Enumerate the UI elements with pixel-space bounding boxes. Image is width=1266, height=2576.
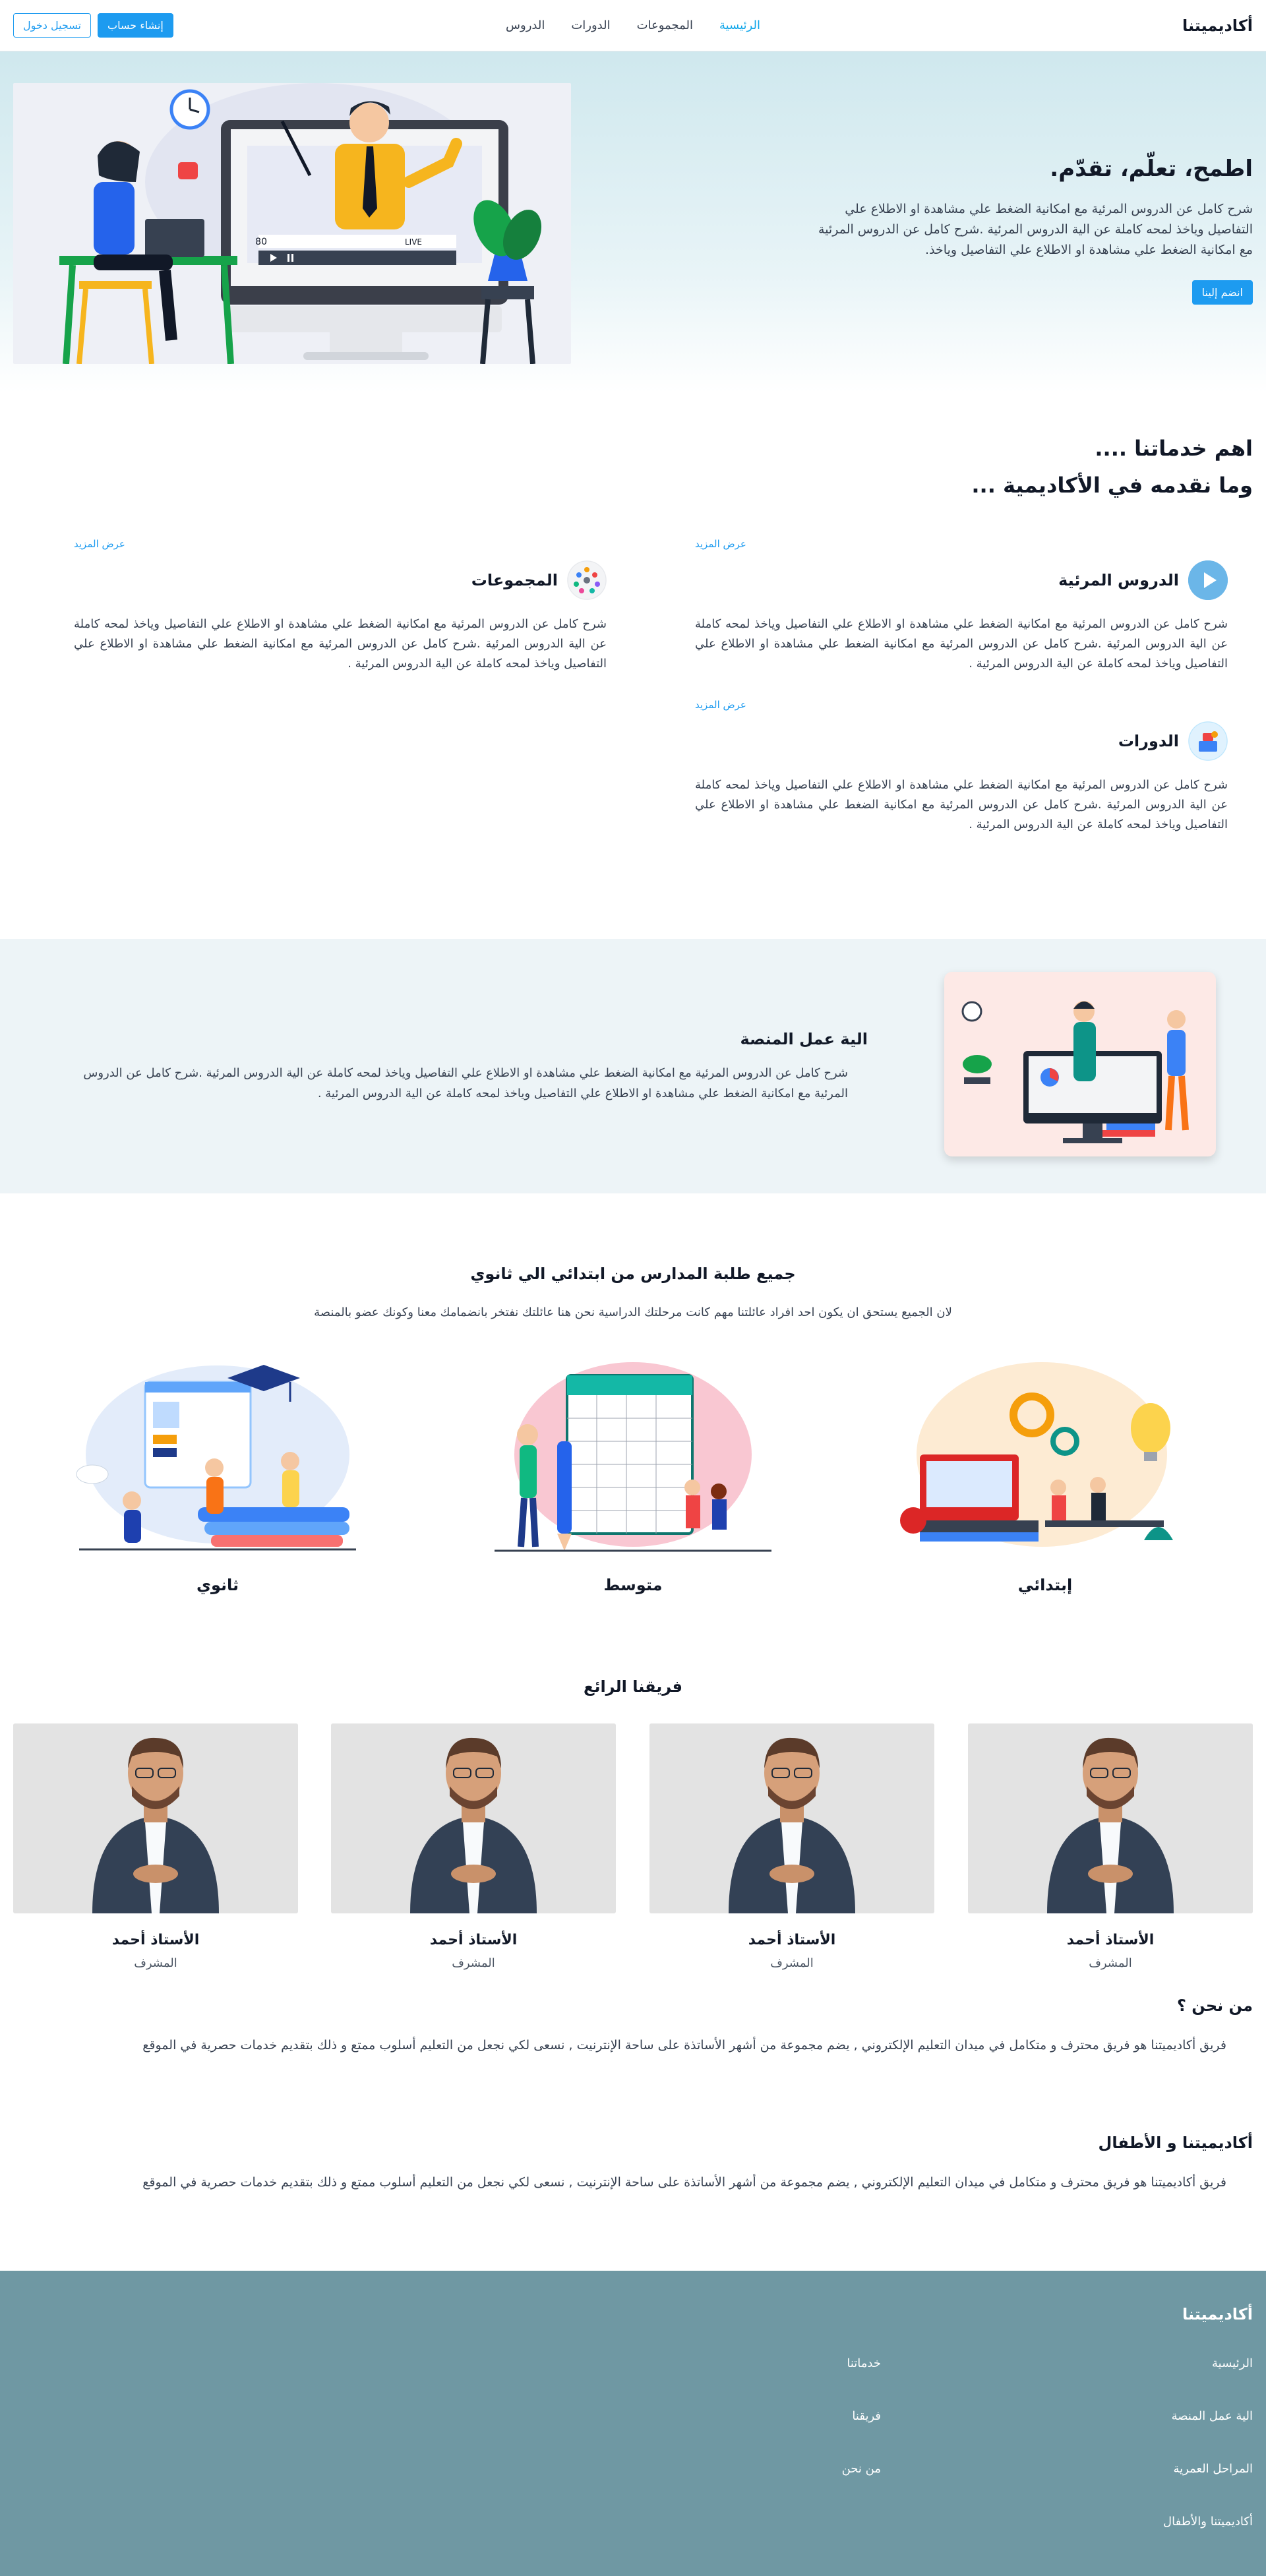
stage-label: متوسط bbox=[603, 1576, 663, 1594]
nav-link-groups[interactable]: المجموعات bbox=[637, 18, 693, 32]
footer-link-age-stages[interactable]: المراحل العمرية bbox=[1174, 2462, 1253, 2476]
service-card-courses: عرض المزيد الدورات شرح كامل عن الدروس ال… bbox=[695, 699, 1228, 835]
member-role: المشرف bbox=[452, 1956, 495, 1970]
platform-section: الية عمل المنصة شرح كامل عن الدروس المرئ… bbox=[0, 939, 1266, 1193]
service-title: الدورات bbox=[1118, 732, 1179, 750]
viewers-count: 80 bbox=[255, 237, 267, 247]
hero-section: اطمح، تعلّم، تقدّم. شرح كامل عن الدروس ا… bbox=[0, 51, 1266, 393]
platform-description: شرح كامل عن الدروس المرئية مع امكانية ال… bbox=[83, 1066, 848, 1100]
service-card-groups: عرض المزيد المجموعات شرح كامل عن الدروس … bbox=[74, 538, 607, 674]
service-header: المجموعات bbox=[74, 560, 607, 600]
navbar: أكاديميتنا الرئيسية المجموعات الدورات ال… bbox=[0, 0, 1266, 51]
service-description: شرح كامل عن الدروس المرئية مع امكانية ال… bbox=[695, 617, 1228, 671]
play-icon bbox=[1188, 560, 1228, 600]
about-section: من نحن ؟ فريق أكاديميتنا هو فريق محترف و… bbox=[0, 1996, 1266, 2271]
team-member-card[interactable]: الأستاذ أحمد المشرف bbox=[649, 1723, 934, 1970]
hero-description: شرح كامل عن الدروس المرئية مع امكانية ال… bbox=[818, 202, 1253, 257]
stage-card-primary[interactable]: إبتدائي bbox=[900, 1356, 1190, 1594]
member-photo bbox=[968, 1723, 1253, 1913]
stages-section: جميع طلبة المدارس من ابتدائي الي ثانوي ل… bbox=[0, 1193, 1266, 1647]
footer: أكاديميتنا الرئيسية الية عمل المنصة المر… bbox=[0, 2271, 1266, 2576]
service-title: المجموعات bbox=[471, 571, 558, 589]
stage-illustration bbox=[73, 1356, 363, 1553]
footer-link-platform[interactable]: الية عمل المنصة bbox=[1172, 2409, 1253, 2423]
member-photo bbox=[331, 1723, 616, 1913]
platform-title: الية عمل المنصة bbox=[740, 1030, 868, 1048]
live-badge: LIVE bbox=[405, 237, 422, 247]
login-button[interactable]: تسجيل دخول bbox=[13, 13, 91, 38]
footer-link-services[interactable]: خدماتنا bbox=[847, 2356, 881, 2370]
team-member-card[interactable]: الأستاذ أحمد المشرف bbox=[968, 1723, 1253, 1970]
brand-logo[interactable]: أكاديميتنا bbox=[1182, 16, 1253, 35]
footer-link-about[interactable]: من نحن bbox=[842, 2462, 881, 2476]
member-name: الأستاذ أحمد bbox=[111, 1932, 200, 1948]
member-role: المشرف bbox=[134, 1956, 177, 1970]
view-more-link[interactable]: عرض المزيد bbox=[74, 538, 607, 550]
hero-illustration: 80 LIVE bbox=[13, 83, 571, 364]
kids-description: فريق أكاديميتنا هو فريق محترف و متكامل ف… bbox=[142, 2175, 1226, 2190]
member-name: الأستاذ أحمد bbox=[748, 1932, 836, 1948]
team-member-card[interactable]: الأستاذ أحمد المشرف bbox=[13, 1723, 298, 1970]
service-header: الدورات bbox=[695, 721, 1228, 761]
stage-card-secondary[interactable]: ثانوي bbox=[73, 1356, 363, 1594]
footer-brand[interactable]: أكاديميتنا bbox=[1182, 2305, 1253, 2323]
clock-icon bbox=[169, 89, 210, 130]
who-we-are-description: فريق أكاديميتنا هو فريق محترف و متكامل ف… bbox=[142, 2038, 1226, 2052]
stage-card-intermediate[interactable]: متوسط bbox=[488, 1356, 778, 1594]
nav-link-lessons[interactable]: الدروس bbox=[506, 18, 545, 32]
who-we-are-block: من نحن ؟ فريق أكاديميتنا هو فريق محترف و… bbox=[132, 1996, 1253, 2056]
service-header: الدروس المرئية bbox=[695, 560, 1228, 600]
platform-illustration bbox=[944, 972, 1216, 1156]
service-description: شرح كامل عن الدروس المرئية مع امكانية ال… bbox=[74, 617, 607, 671]
footer-link-home[interactable]: الرئيسية bbox=[1212, 2356, 1253, 2370]
member-role: المشرف bbox=[770, 1956, 814, 1970]
view-more-link[interactable]: عرض المزيد bbox=[695, 699, 1228, 711]
service-card-video-lessons: عرض المزيد الدروس المرئية شرح كامل عن ال… bbox=[695, 538, 1228, 674]
services-heading-line2: وما نقدمه في الأكاديمية ... bbox=[971, 473, 1253, 498]
nav-link-home[interactable]: الرئيسية bbox=[719, 18, 760, 32]
kids-block: أكاديميتنا و الأطفال فريق أكاديميتنا هو … bbox=[132, 2134, 1253, 2193]
who-we-are-title: من نحن ؟ bbox=[1177, 1996, 1253, 2015]
service-title: الدروس المرئية bbox=[1058, 571, 1179, 589]
stage-illustration bbox=[900, 1356, 1190, 1553]
member-photo bbox=[649, 1723, 934, 1913]
nav-link-courses[interactable]: الدورات bbox=[571, 18, 610, 32]
stage-label: ثانوي bbox=[196, 1576, 239, 1594]
service-description: شرح كامل عن الدروس المرئية مع امكانية ال… bbox=[695, 778, 1228, 831]
footer-link-kids[interactable]: أكاديميتنا والأطفال bbox=[1163, 2515, 1253, 2529]
services-heading-line1: اهم خدماتنا .... bbox=[1095, 436, 1253, 461]
services-heading: اهم خدماتنا .... وما نقدمه في الأكاديمية… bbox=[971, 430, 1253, 504]
team-section: فريقنا الرائع الأستاذ أحمد المشرف الأستا… bbox=[0, 1647, 1266, 1996]
hero-text: اطمح، تعلّم، تقدّم. شرح كامل عن الدروس ا… bbox=[804, 156, 1253, 305]
main-nav: الرئيسية المجموعات الدورات الدروس bbox=[506, 18, 760, 32]
nav-actions: تسجيل دخول إنشاء حساب bbox=[13, 13, 173, 38]
services-section: اهم خدماتنا .... وما نقدمه في الأكاديمية… bbox=[0, 393, 1266, 939]
team-member-card[interactable]: الأستاذ أحمد المشرف bbox=[331, 1723, 616, 1970]
stage-label: إبتدائي bbox=[1017, 1576, 1073, 1594]
hero-title: اطمح، تعلّم، تقدّم. bbox=[1050, 156, 1253, 182]
join-us-button[interactable]: انضم إلينا bbox=[1191, 280, 1253, 305]
member-photo bbox=[13, 1723, 298, 1913]
footer-link-team[interactable]: فريقنا bbox=[852, 2409, 881, 2423]
stages-title: جميع طلبة المدارس من ابتدائي الي ثانوي bbox=[470, 1265, 796, 1283]
kids-title: أكاديميتنا و الأطفال bbox=[1098, 2134, 1253, 2152]
signup-button[interactable]: إنشاء حساب bbox=[98, 13, 173, 38]
member-name: الأستاذ أحمد bbox=[429, 1932, 518, 1948]
group-icon bbox=[567, 560, 607, 600]
member-name: الأستاذ أحمد bbox=[1066, 1932, 1155, 1948]
view-more-link[interactable]: عرض المزيد bbox=[695, 538, 1228, 550]
team-title: فريقنا الرائع bbox=[584, 1677, 682, 1696]
stage-illustration bbox=[488, 1356, 778, 1553]
stages-subtitle: لان الجميع يستحق ان يكون احد افراد عائلت… bbox=[314, 1305, 952, 1319]
member-role: المشرف bbox=[1089, 1956, 1132, 1970]
platform-text: الية عمل المنصة شرح كامل عن الدروس المرئ… bbox=[46, 1030, 868, 1104]
courses-icon bbox=[1188, 721, 1228, 761]
